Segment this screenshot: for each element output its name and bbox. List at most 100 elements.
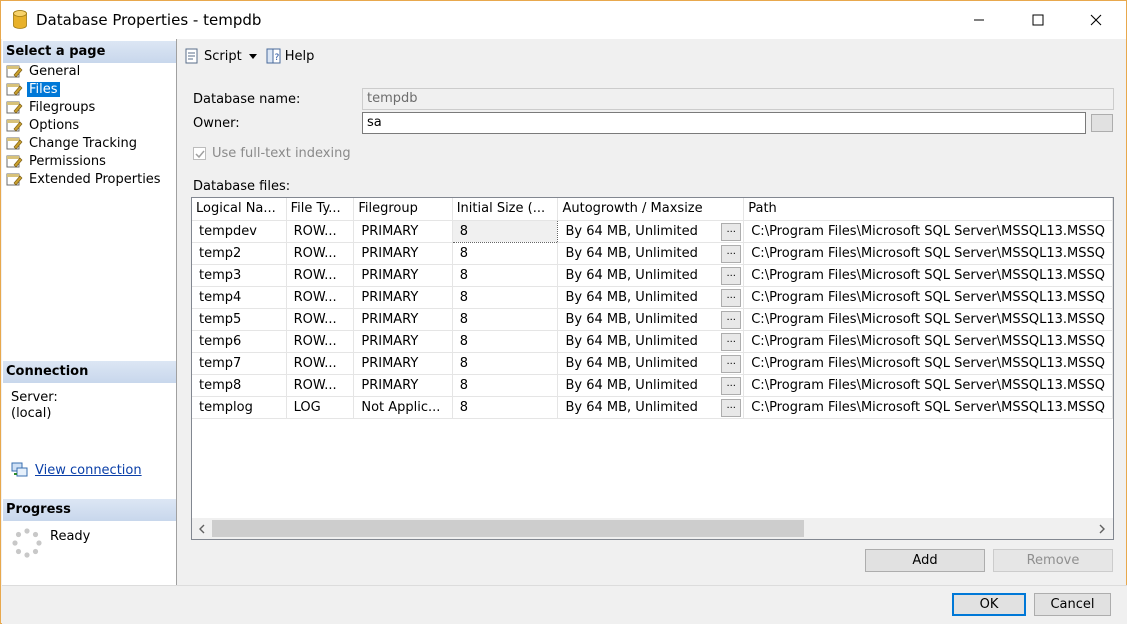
help-button[interactable]: ? Help: [266, 48, 314, 64]
autogrowth-edit-button[interactable]: ...: [721, 332, 742, 351]
table-cell[interactable]: temp7: [192, 352, 287, 375]
table-cell[interactable]: ROW...: [286, 264, 355, 287]
table-cell[interactable]: By 64 MB, Unlimited...: [557, 286, 745, 309]
column-header[interactable]: Initial Size (...: [452, 198, 559, 221]
table-cell[interactable]: By 64 MB, Unlimited...: [557, 396, 745, 419]
table-cell[interactable]: C:\Program Files\Microsoft SQL Server\MS…: [743, 396, 1113, 419]
table-cell[interactable]: ROW...: [286, 242, 355, 265]
table-cell[interactable]: ROW...: [286, 286, 355, 309]
table-cell[interactable]: By 64 MB, Unlimited...: [557, 330, 745, 353]
table-cell[interactable]: C:\Program Files\Microsoft SQL Server\MS…: [743, 374, 1113, 397]
table-row[interactable]: temp7 ROW... PRIMARY 8 By 64 MB, Unlimited..…: [192, 352, 1113, 375]
cancel-button[interactable]: Cancel: [1034, 593, 1111, 616]
table-row[interactable]: temp5 ROW... PRIMARY 8 By 64 MB, Unlimited..…: [192, 308, 1113, 331]
close-button[interactable]: [1067, 1, 1125, 39]
table-cell[interactable]: ROW...: [286, 330, 355, 353]
table-cell[interactable]: C:\Program Files\Microsoft SQL Server\MS…: [743, 330, 1113, 353]
table-cell[interactable]: PRIMARY: [353, 374, 453, 397]
owner-browse-button[interactable]: [1091, 114, 1113, 132]
page-item-options[interactable]: Options: [5, 116, 81, 134]
scroll-left-button[interactable]: [194, 521, 210, 537]
table-cell[interactable]: PRIMARY: [353, 286, 453, 309]
table-cell[interactable]: By 64 MB, Unlimited...: [557, 352, 745, 375]
table-row[interactable]: temp6 ROW... PRIMARY 8 By 64 MB, Unlimited..…: [192, 330, 1113, 353]
table-cell[interactable]: Not Applic...: [353, 396, 453, 419]
minimize-button[interactable]: [950, 1, 1008, 39]
table-row[interactable]: temp4 ROW... PRIMARY 8 By 64 MB, Unlimited..…: [192, 286, 1113, 309]
autogrowth-edit-button[interactable]: ...: [721, 266, 742, 285]
table-cell[interactable]: C:\Program Files\Microsoft SQL Server\MS…: [743, 220, 1113, 243]
ok-button[interactable]: OK: [952, 593, 1026, 616]
table-cell[interactable]: 8: [452, 264, 559, 287]
table-cell[interactable]: temp8: [192, 374, 287, 397]
table-cell[interactable]: ROW...: [286, 352, 355, 375]
remove-button[interactable]: Remove: [993, 549, 1113, 572]
table-cell[interactable]: PRIMARY: [353, 242, 453, 265]
table-cell[interactable]: C:\Program Files\Microsoft SQL Server\MS…: [743, 308, 1113, 331]
table-cell[interactable]: 8: [452, 352, 559, 375]
view-connection-text[interactable]: View connection: [35, 463, 142, 478]
table-cell[interactable]: ROW...: [286, 374, 355, 397]
table-row[interactable]: templog LOG Not Applic... 8 By 64 MB, Unlimi…: [192, 396, 1113, 419]
table-cell[interactable]: 8: [451, 219, 559, 243]
page-item-extended-properties[interactable]: Extended Properties: [5, 170, 163, 188]
table-cell[interactable]: By 64 MB, Unlimited...: [557, 264, 745, 287]
database-files-grid[interactable]: Logical Na... File Ty... Filegroup Initi…: [191, 197, 1114, 540]
table-cell[interactable]: 8: [452, 330, 559, 353]
horizontal-scrollbar[interactable]: [192, 518, 1113, 539]
scroll-right-button[interactable]: [1094, 521, 1110, 537]
column-header[interactable]: Path: [743, 198, 1113, 221]
autogrowth-edit-button[interactable]: ...: [721, 288, 742, 307]
table-cell[interactable]: 8: [452, 308, 559, 331]
autogrowth-edit-button[interactable]: ...: [721, 398, 742, 417]
column-header[interactable]: Filegroup: [353, 198, 453, 221]
table-cell[interactable]: temp6: [192, 330, 287, 353]
autogrowth-edit-button[interactable]: ...: [721, 244, 742, 263]
table-cell[interactable]: PRIMARY: [353, 308, 453, 331]
table-row[interactable]: temp8 ROW... PRIMARY 8 By 64 MB, Unlimited..…: [192, 374, 1113, 397]
table-cell[interactable]: 8: [452, 286, 559, 309]
table-row[interactable]: temp2 ROW... PRIMARY 8 By 64 MB, Unlimited..…: [192, 242, 1113, 265]
page-item-filegroups[interactable]: Filegroups: [5, 98, 97, 116]
script-button[interactable]: Script: [184, 48, 242, 64]
table-cell[interactable]: temp4: [192, 286, 287, 309]
table-cell[interactable]: C:\Program Files\Microsoft SQL Server\MS…: [743, 352, 1113, 375]
table-cell[interactable]: By 64 MB, Unlimited...: [557, 374, 745, 397]
scrollbar-thumb[interactable]: [212, 520, 804, 537]
table-cell[interactable]: C:\Program Files\Microsoft SQL Server\MS…: [743, 264, 1113, 287]
table-cell[interactable]: 8: [452, 396, 559, 419]
table-cell[interactable]: PRIMARY: [353, 352, 453, 375]
autogrowth-edit-button[interactable]: ...: [721, 310, 742, 329]
column-header[interactable]: File Ty...: [286, 198, 355, 221]
table-cell[interactable]: By 64 MB, Unlimited...: [557, 220, 745, 243]
table-cell[interactable]: 8: [452, 242, 559, 265]
table-cell[interactable]: temp5: [192, 308, 287, 331]
page-item-change-tracking[interactable]: Change Tracking: [5, 134, 139, 152]
autogrowth-edit-button[interactable]: ...: [721, 222, 742, 241]
owner-field[interactable]: sa: [362, 112, 1086, 134]
table-cell[interactable]: PRIMARY: [353, 264, 453, 287]
table-row[interactable]: tempdev ROW... PRIMARY 8 By 64 MB, Unlimited…: [192, 219, 1113, 243]
table-cell[interactable]: tempdev: [192, 220, 287, 243]
view-connection-link[interactable]: View connection: [11, 462, 142, 478]
table-cell[interactable]: temp3: [192, 264, 287, 287]
table-cell[interactable]: 8: [452, 374, 559, 397]
autogrowth-edit-button[interactable]: ...: [721, 354, 742, 373]
column-header[interactable]: Autogrowth / Maxsize: [557, 198, 745, 221]
column-header[interactable]: Logical Na...: [192, 198, 287, 221]
add-button[interactable]: Add: [865, 549, 985, 572]
page-item-permissions[interactable]: Permissions: [5, 152, 108, 170]
page-item-general[interactable]: General: [5, 62, 82, 80]
table-cell[interactable]: temp2: [192, 242, 287, 265]
table-cell[interactable]: PRIMARY: [353, 220, 453, 243]
page-item-files[interactable]: Files: [5, 80, 60, 98]
table-cell[interactable]: By 64 MB, Unlimited...: [557, 242, 745, 265]
table-cell[interactable]: C:\Program Files\Microsoft SQL Server\MS…: [743, 286, 1113, 309]
maximize-button[interactable]: [1009, 1, 1067, 39]
table-cell[interactable]: templog: [192, 396, 287, 419]
autogrowth-edit-button[interactable]: ...: [721, 376, 742, 395]
table-cell[interactable]: LOG: [286, 396, 355, 419]
script-dropdown-button[interactable]: [248, 52, 258, 60]
table-cell[interactable]: ROW...: [286, 308, 355, 331]
table-cell[interactable]: PRIMARY: [353, 330, 453, 353]
